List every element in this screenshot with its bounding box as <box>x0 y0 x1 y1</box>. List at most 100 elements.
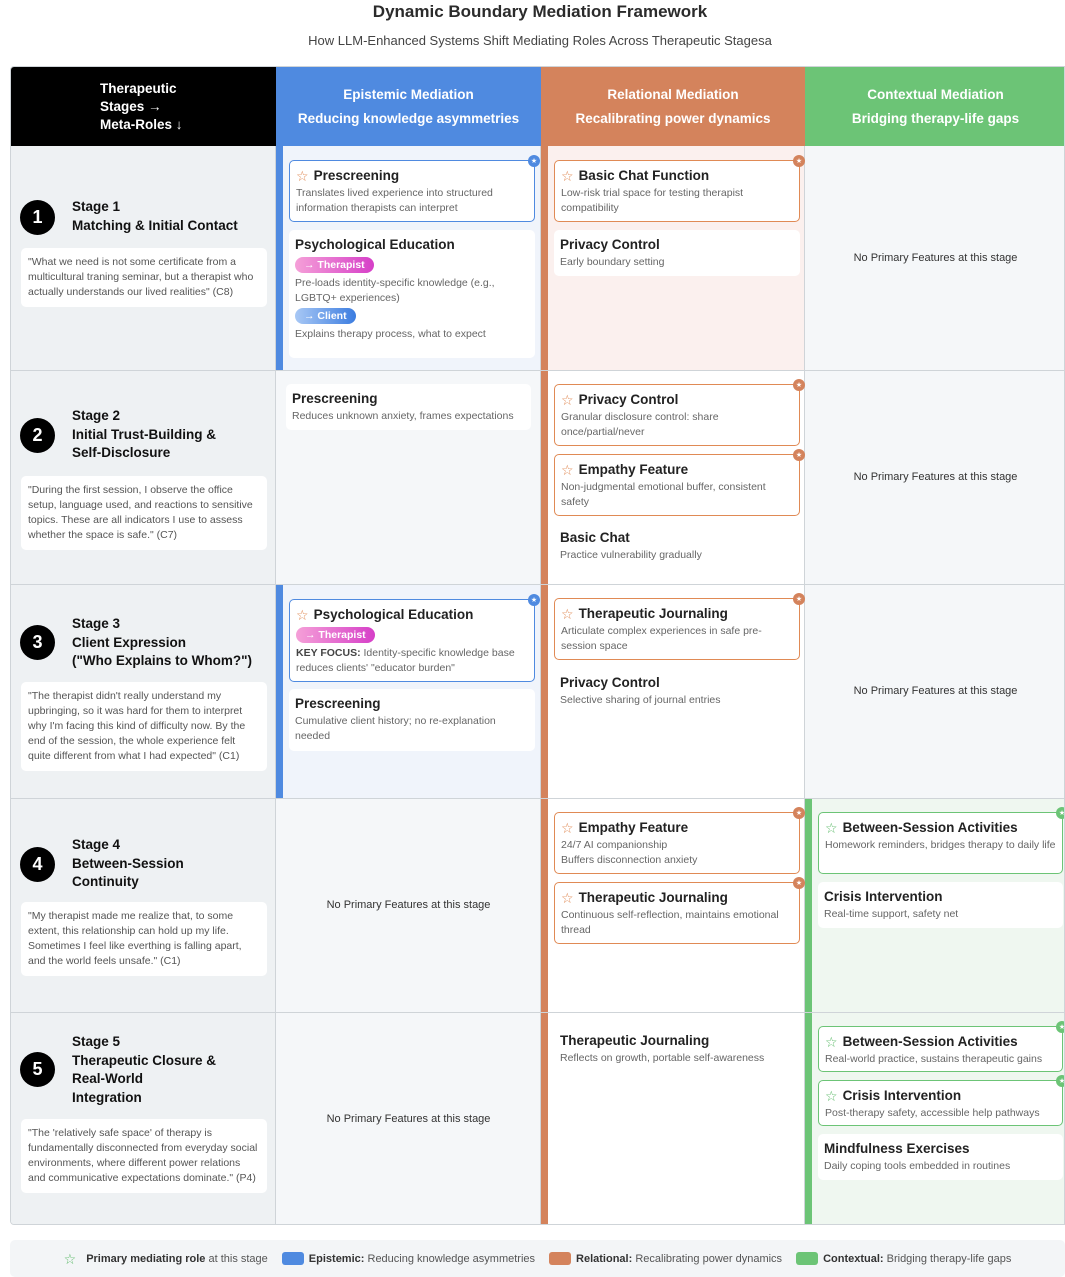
legend-epistemic: Epistemic: Reducing knowledge asymmetrie… <box>281 1252 535 1265</box>
card-mindfulness-exercises: Mindfulness Exercises Daily coping tools… <box>818 1134 1063 1180</box>
card-title: Empathy Feature <box>578 462 689 477</box>
star-icon: ☆ <box>296 607 309 623</box>
card-description: Articulate complex experiences in safe p… <box>561 625 762 652</box>
star-badge-icon: ★ <box>528 155 540 167</box>
card-description: Continuous self-reflection, maintains em… <box>561 909 779 936</box>
star-icon: ☆ <box>561 392 574 408</box>
star-badge-icon: ★ <box>1056 807 1064 819</box>
stage-3-relational-cell: ★ ☆ Therapeutic Journaling Articulate com… <box>541 585 805 798</box>
stage-2-cell: 2 Stage 2 Initial Trust-Building & Self-… <box>11 371 276 584</box>
star-icon: ☆ <box>63 1250 77 1267</box>
star-badge-icon: ★ <box>1056 1021 1064 1033</box>
card-description: Early boundary setting <box>560 256 665 268</box>
card-description: Reflects on growth, portable self-awaren… <box>560 1052 765 1064</box>
card-crisis-intervention: Crisis Intervention Real-time support, s… <box>818 882 1063 928</box>
no-features-note: No Primary Features at this stage <box>853 471 1018 483</box>
card-empathy-feature: ★ ☆ Empathy Feature 24/7 AI companionship… <box>554 807 805 874</box>
therapist-pill: → Therapist <box>296 627 375 643</box>
stage-5-quote: "The 'relatively safe space' of therapy … <box>21 1119 267 1193</box>
stage-2-name-cont: Self-Disclosure <box>72 445 171 460</box>
star-badge-icon: ★ <box>793 877 805 889</box>
stage-3-epistemic-cell: ★ ☆ Psychological Education → Therapist K… <box>276 585 541 798</box>
legend-contextual: Contextual: Bridging therapy-life gaps <box>796 1252 1011 1265</box>
stage-2-title: Stage 2 Initial Trust-Building & Self-Di… <box>72 407 216 463</box>
card-description: Low-risk trial space for testing therapi… <box>561 187 744 214</box>
key-focus-label: KEY FOCUS: <box>296 647 361 659</box>
card-title: Privacy Control <box>578 392 679 407</box>
card-psychological-education: Psychological Education → Therapist Pre-… <box>289 230 535 358</box>
stage-4-name-cont: Continuity <box>72 874 139 889</box>
card-title: Between-Session Activities <box>842 820 1018 835</box>
star-badge-icon: ★ <box>793 593 805 605</box>
stage-5-epistemic-cell: No Primary Features at this stage <box>276 1013 541 1224</box>
header-epistemic: Epistemic Mediation Reducing knowledge a… <box>276 67 541 146</box>
star-icon: ☆ <box>561 168 574 184</box>
card-description: Granular disclosure control: share once/… <box>561 411 719 438</box>
card-title: Prescreening <box>295 696 381 711</box>
card-description: Post-therapy safety, accessible help pat… <box>825 1107 1040 1119</box>
stage-4-label: Stage 4 <box>72 837 121 852</box>
card-title: Privacy Control <box>560 675 660 690</box>
card-title: Therapeutic Journaling <box>578 890 728 905</box>
card-description: KEY FOCUS: Identity-specific knowledge b… <box>296 646 528 676</box>
card-description: Homework reminders, bridges therapy to d… <box>825 839 1056 851</box>
card-privacy-control: ★ ☆ Privacy Control Granular disclosure c… <box>554 379 805 446</box>
star-badge-icon: ★ <box>793 807 805 819</box>
star-badge-icon: ★ <box>528 594 540 606</box>
card-description: Selective sharing of journal entries <box>560 694 721 706</box>
card-description: Reduces unknown anxiety, frames expectat… <box>292 410 514 422</box>
header-corner: Therapeutic Stages → Meta-Roles ↓ <box>11 67 276 146</box>
card-description: Explains therapy process, what to expect <box>295 328 486 340</box>
card-title: Therapeutic Journaling <box>578 606 728 621</box>
card-title: Psychological Education <box>313 607 474 622</box>
stage-3-title: Stage 3 Client Expression ("Who Explains… <box>72 615 252 671</box>
client-pill: → Client <box>295 308 356 324</box>
card-privacy-control: Privacy Control Early boundary setting <box>554 230 800 276</box>
no-features-note: No Primary Features at this stage <box>853 685 1018 697</box>
legend-relational-label: Relational: <box>576 1252 633 1265</box>
stage-3-name: Client Expression <box>72 634 187 650</box>
stage-5-name-cont: Real-World <box>72 1071 144 1086</box>
no-features-note: No Primary Features at this stage <box>326 1113 491 1125</box>
corner-line-1: Therapeutic <box>100 80 177 96</box>
stage-1-contextual-cell: No Primary Features at this stage <box>805 146 1064 370</box>
card-prescreening: Prescreening Cumulative client history; … <box>289 689 535 751</box>
stage-5-relational-cell: Therapeutic Journaling Reflects on growt… <box>541 1013 805 1224</box>
diagram-title: Dynamic Boundary Mediation Framework <box>372 2 708 21</box>
stage-2-label: Stage 2 <box>72 408 121 423</box>
card-prescreening: Prescreening Reduces unknown anxiety, fr… <box>286 384 531 430</box>
stage-1-epistemic-cell: ★ ☆ Prescreening Translates lived experie… <box>276 146 541 370</box>
stage-3-number: 3 <box>20 625 55 660</box>
star-icon: ☆ <box>561 462 574 478</box>
stage-4-number: 4 <box>20 847 55 882</box>
card-description: Real-time support, safety net <box>824 908 959 920</box>
stage-2-relational-cell: ★ ☆ Privacy Control Granular disclosure c… <box>541 371 805 584</box>
card-psychological-education: ★ ☆ Psychological Education → Therapist K… <box>289 594 540 682</box>
stage-5-contextual-cell: ★ ☆ Between-Session Activities Real-world… <box>805 1013 1064 1224</box>
stage-3-label: Stage 3 <box>72 616 121 631</box>
stage-1-quote: "What we need is not some certificate fr… <box>21 248 267 307</box>
stage-3-contextual-cell: No Primary Features at this stage <box>805 585 1064 798</box>
stage-1-label: Stage 1 <box>72 199 121 214</box>
card-therapeutic-journaling: Therapeutic Journaling Reflects on growt… <box>554 1026 800 1072</box>
star-icon: ☆ <box>561 890 574 906</box>
header-relational-title: Relational Mediation <box>607 86 739 102</box>
stage-1-relational-cell: ★ ☆ Basic Chat Function Low-risk trial sp… <box>541 146 805 1224</box>
card-title: Basic Chat <box>560 530 630 545</box>
contextual-swatch <box>796 1252 819 1265</box>
legend-primary-text: at this stage <box>208 1252 268 1265</box>
star-icon: ☆ <box>296 168 309 184</box>
no-features-note: No Primary Features at this stage <box>326 899 491 911</box>
card-prescreening: ★ ☆ Prescreening Translates lived experie… <box>289 155 540 222</box>
header-relational-subtitle: Recalibrating power dynamics <box>575 110 771 126</box>
star-icon: ☆ <box>561 606 574 622</box>
card-title: Basic Chat Function <box>578 168 710 183</box>
card-empathy-feature: ★ ☆ Empathy Feature Non-judgmental emotio… <box>554 449 805 516</box>
stage-5-number: 5 <box>20 1052 55 1087</box>
corner-line-2: Stages → <box>100 98 162 114</box>
stage-4-quote: "My therapist made me realize that, to s… <box>21 902 267 976</box>
card-between-session-activities: ★ ☆ Between-Session Activities Real-world… <box>818 1021 1064 1072</box>
stage-4-title: Stage 4 Between-Session Continuity <box>72 836 184 892</box>
stage-4-cell: 4 Stage 4 Between-Session Continuity "My… <box>11 799 276 1012</box>
stage-4-name: Between-Session <box>72 855 184 871</box>
